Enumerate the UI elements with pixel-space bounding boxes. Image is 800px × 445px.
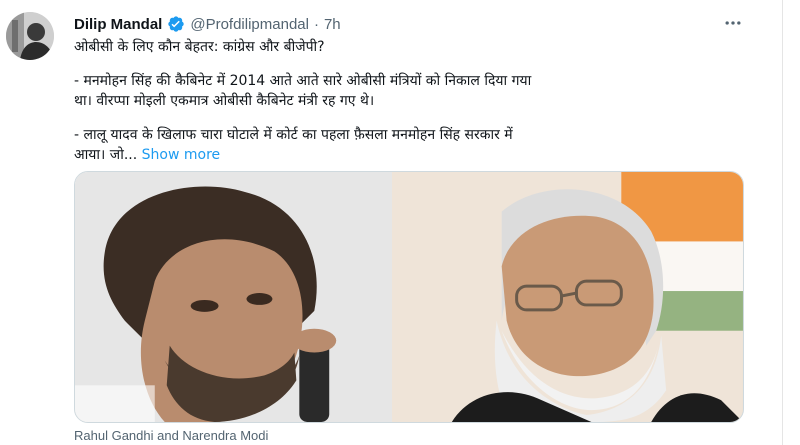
tweet-text-line: ओबीसी के लिए कौन बेहतर: कांग्रेस और बीजे…	[74, 39, 325, 55]
media-caption: Rahul Gandhi and Narendra Modi	[74, 428, 269, 443]
avatar-image	[6, 12, 54, 60]
portrait-image	[392, 172, 743, 422]
avatar[interactable]	[6, 12, 54, 60]
verified-badge-icon	[168, 16, 185, 32]
tweet-card[interactable]: Dilip Mandal @Profdilipmandal · 7h ओबीसी…	[0, 0, 800, 445]
tweet-text-line: आया। जो... Show more	[74, 145, 754, 165]
tweet-header: Dilip Mandal @Profdilipmandal · 7h	[74, 13, 341, 35]
more-horizontal-icon	[725, 21, 741, 25]
separator-dot: ·	[313, 15, 319, 33]
tweet-text-line: - लालू यादव के खिलाफ चारा घोटाले में कोर…	[74, 127, 513, 143]
tweet-text: ओबीसी के लिए कौन बेहतर: कांग्रेस और बीजे…	[74, 37, 754, 165]
portrait-image	[75, 172, 393, 422]
column-divider	[782, 0, 783, 445]
photo-right	[392, 172, 743, 422]
display-name[interactable]: Dilip Mandal	[74, 16, 162, 33]
tweet-media[interactable]	[74, 171, 744, 423]
tweet-text-line: था। वीरप्पा मोइली एकमात्र ओबीसी कैबिनेट …	[74, 93, 375, 109]
more-options-button[interactable]	[720, 12, 746, 34]
tweet-text-line: - मनमोहन सिंह की कैबिनेट में 2014 आते आत…	[74, 73, 532, 89]
timestamp[interactable]: 7h	[324, 16, 341, 33]
photo-left	[75, 172, 393, 422]
user-handle[interactable]: @Profdilipmandal	[190, 16, 309, 33]
truncated-text: आया। जो...	[74, 147, 138, 163]
show-more-link[interactable]: Show more	[142, 147, 221, 163]
